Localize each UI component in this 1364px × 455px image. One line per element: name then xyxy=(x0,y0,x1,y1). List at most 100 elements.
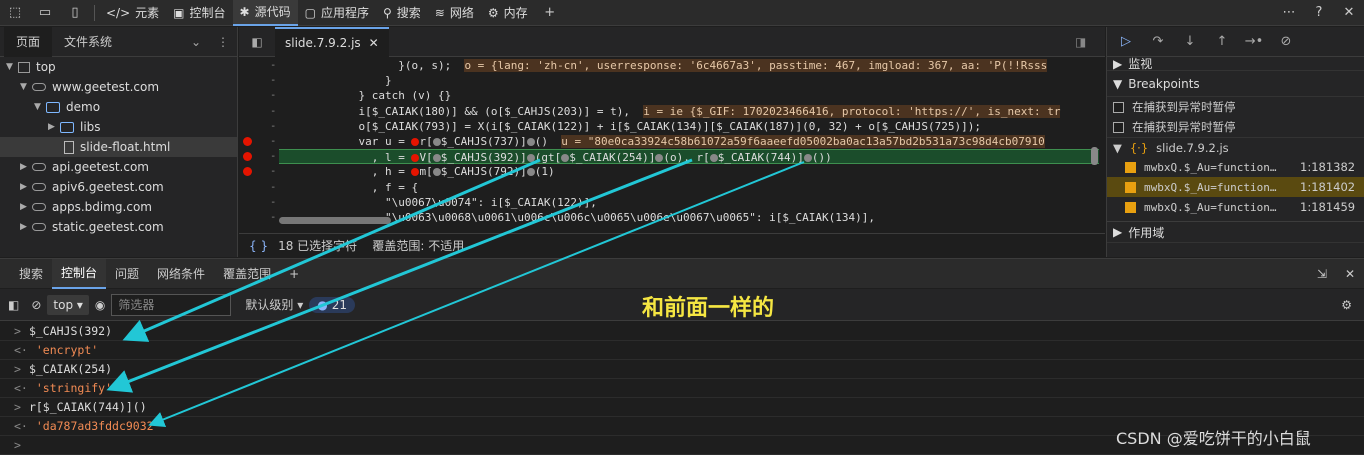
context-selector[interactable]: top ▾ xyxy=(47,294,89,315)
section-title: 监视 xyxy=(1128,57,1153,71)
inline-breakpoint-icon[interactable] xyxy=(432,168,441,177)
message-count-badge[interactable]: ● 21 xyxy=(309,296,356,313)
tree-item-origin[interactable]: ▼ www.geetest.com xyxy=(0,77,237,97)
inline-breakpoint-icon[interactable] xyxy=(709,154,718,163)
tree-item-folder[interactable]: ▼ demo xyxy=(0,97,237,117)
checkbox[interactable] xyxy=(1125,201,1136,213)
breakpoint-item[interactable]: mwbxQ.$_Au=function… 1:181402 xyxy=(1107,177,1364,197)
tab-filesystem[interactable]: 文件系统 xyxy=(52,27,124,57)
gutter-line[interactable]: - xyxy=(239,164,279,179)
help-icon[interactable]: ? xyxy=(1304,0,1334,26)
tree-item-top[interactable]: ▼ top xyxy=(0,57,237,77)
clear-console-icon[interactable]: ⊘ xyxy=(31,298,41,312)
eye-icon[interactable]: ◉ xyxy=(95,298,105,312)
scope-section[interactable]: ▶ 作用域 xyxy=(1107,221,1364,243)
toggle-debugger-icon[interactable]: ◨ xyxy=(1075,35,1105,49)
tab-page[interactable]: 页面 xyxy=(4,26,53,57)
tab-search[interactable]: ⚲ 搜索 xyxy=(376,0,428,26)
drawer-tab-console[interactable]: 控制台 xyxy=(52,258,107,289)
tab-network[interactable]: ≋ 网络 xyxy=(428,0,481,26)
resume-icon[interactable]: ▷ xyxy=(1111,29,1141,55)
tab-console[interactable]: ▣ 控制台 xyxy=(166,0,232,26)
gutter-line[interactable]: - xyxy=(239,104,279,119)
code-text: m[ xyxy=(419,165,433,179)
inline-breakpoint-icon[interactable] xyxy=(526,168,535,177)
console-input[interactable]: $_CAIAK(254) xyxy=(29,362,112,376)
inline-breakpoint-icon[interactable] xyxy=(432,154,441,163)
watch-section[interactable]: ▶ 监视 xyxy=(1107,57,1364,71)
inline-breakpoint-icon[interactable] xyxy=(803,154,812,163)
device-icon[interactable]: ▭ xyxy=(30,0,60,26)
toggle-navigator-icon[interactable]: ◧ xyxy=(239,35,275,49)
sidebar-toggle-icon[interactable]: ◧ xyxy=(8,298,19,312)
gutter-line[interactable]: - xyxy=(239,149,279,164)
gutter-line[interactable]: - xyxy=(239,58,279,73)
tree-label: static.geetest.com xyxy=(52,220,164,234)
vertical-scrollbar[interactable] xyxy=(1091,147,1098,165)
tab-application[interactable]: ▢ 应用程序 xyxy=(298,0,376,26)
drawer-tab-network-conditions[interactable]: 网络条件 xyxy=(148,259,214,289)
more-icon[interactable]: ⋯ xyxy=(1274,0,1304,26)
inspect-icon[interactable]: ⬚ xyxy=(0,0,30,26)
log-level-dropdown[interactable]: 默认级别 ▾ xyxy=(245,296,303,313)
drawer-tab-search[interactable]: 搜索 xyxy=(10,259,52,289)
gutter-line[interactable]: - xyxy=(239,73,279,88)
breakpoint-marker[interactable] xyxy=(243,167,252,177)
chevron-down-icon[interactable]: ⌄ xyxy=(183,35,209,49)
tab-elements[interactable]: </> 元素 xyxy=(99,0,166,26)
breakpoint-file[interactable]: ▼ {·} slide.7.9.2.js xyxy=(1107,137,1364,157)
tree-item-origin[interactable]: ▶ apps.bdimg.com xyxy=(0,197,237,217)
tree-item-folder[interactable]: ▶ libs xyxy=(0,117,237,137)
pretty-print-icon[interactable]: { } xyxy=(249,239,268,253)
close-icon[interactable]: ✕ xyxy=(1336,259,1364,289)
checkbox[interactable] xyxy=(1113,101,1124,113)
gutter-line[interactable]: - xyxy=(239,88,279,103)
step-icon[interactable]: →• xyxy=(1239,29,1269,55)
add-tab-icon[interactable]: + xyxy=(535,0,565,26)
checkbox[interactable] xyxy=(1113,121,1124,133)
deactivate-breakpoints-icon[interactable]: ⊘ xyxy=(1271,29,1301,55)
inline-breakpoint-icon[interactable] xyxy=(526,137,535,146)
gutter-line[interactable]: - xyxy=(239,180,279,195)
filter-input[interactable]: 筛选器 xyxy=(111,293,232,316)
gutter-line[interactable]: - xyxy=(239,195,279,210)
dock-icon[interactable]: ⇲ xyxy=(1308,259,1336,289)
pause-caught-option[interactable]: 在捕获到异常时暂停 xyxy=(1107,117,1364,137)
console-input[interactable]: $_CAHJS(392) xyxy=(29,324,112,338)
gutter-line[interactable]: - xyxy=(239,119,279,134)
breakpoints-section[interactable]: ▼ Breakpoints xyxy=(1107,71,1364,97)
drawer-tab-issues[interactable]: 问题 xyxy=(106,259,148,289)
checkbox[interactable] xyxy=(1125,181,1136,193)
more-icon[interactable]: ⋮ xyxy=(209,35,237,49)
breakpoint-item[interactable]: mwbxQ.$_Au=function… 1:181459 xyxy=(1107,197,1364,217)
pause-uncaught-option[interactable]: 在捕获到异常时暂停 xyxy=(1107,97,1364,117)
close-icon[interactable]: ✕ xyxy=(369,36,379,50)
tab-memory[interactable]: ⚙ 内存 xyxy=(481,0,535,26)
inline-breakpoint-icon[interactable] xyxy=(432,137,441,146)
breakpoint-marker[interactable] xyxy=(243,152,252,162)
tree-item-file[interactable]: slide-float.html xyxy=(0,137,237,157)
breakpoint-marker[interactable] xyxy=(243,136,252,146)
gutter-line[interactable]: - xyxy=(239,134,279,149)
tree-item-origin[interactable]: ▶ static.geetest.com xyxy=(0,217,237,237)
tab-sources[interactable]: ✱ 源代码 xyxy=(232,0,298,26)
drawer-tab-coverage[interactable]: 覆盖范围 xyxy=(214,259,280,289)
step-over-icon[interactable]: ↷ xyxy=(1143,29,1173,55)
close-icon[interactable]: ✕ xyxy=(1334,0,1364,26)
gear-icon[interactable]: ⚙ xyxy=(1341,298,1352,312)
tree-label: slide-float.html xyxy=(80,140,171,154)
dock-icon[interactable]: ▯ xyxy=(60,0,90,26)
step-into-icon[interactable]: ↓ xyxy=(1175,29,1205,55)
breakpoint-line: 1:181402 xyxy=(1300,180,1356,194)
inline-breakpoint-icon[interactable] xyxy=(526,154,535,163)
console-input[interactable]: r[$_CAIAK(744)]() xyxy=(29,400,147,414)
tree-item-origin[interactable]: ▶ api.geetest.com xyxy=(0,157,237,177)
step-out-icon[interactable]: ↑ xyxy=(1207,29,1237,55)
add-tab-icon[interactable]: + xyxy=(280,259,308,289)
tree-item-origin[interactable]: ▶ apiv6.geetest.com xyxy=(0,177,237,197)
breakpoint-item[interactable]: mwbxQ.$_Au=function… 1:181382 xyxy=(1107,157,1364,177)
gutter-line[interactable]: - xyxy=(239,210,279,225)
editor-tab-file[interactable]: slide.7.9.2.js ✕ xyxy=(275,26,389,57)
checkbox[interactable] xyxy=(1125,161,1136,173)
horizontal-scrollbar[interactable] xyxy=(279,217,391,224)
